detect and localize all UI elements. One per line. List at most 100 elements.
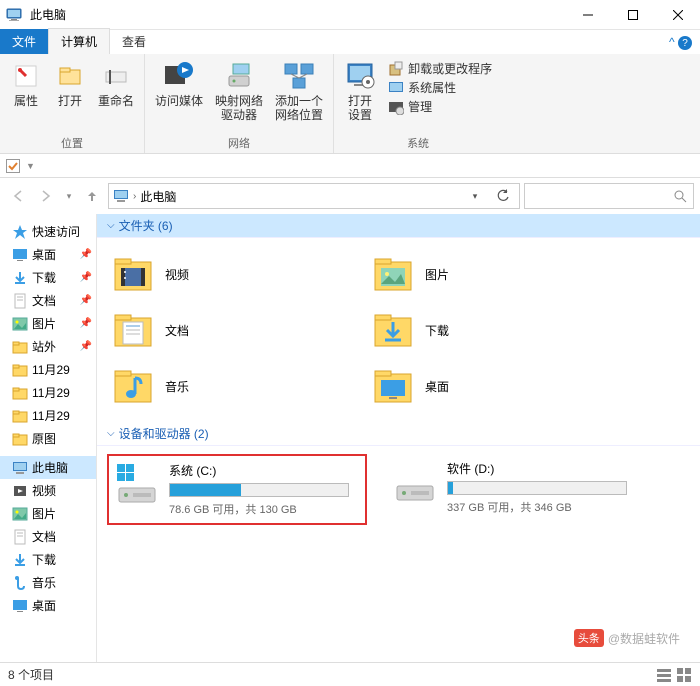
folder-name: 桌面 [425,378,449,395]
sidebar-item[interactable]: 桌面📌 [0,243,96,266]
address-bar[interactable]: › 此电脑 ▾ [108,183,520,209]
tab-view[interactable]: 查看 [110,29,158,54]
uninstall-button[interactable]: 卸载或更改程序 [388,60,492,77]
folder-name: 文档 [165,322,189,339]
folder-icon [111,252,155,296]
folder-item[interactable]: 图片 [367,246,627,302]
ribbon-tabs: 文件 计算机 查看 ^ ? [0,30,700,54]
folder-icon [111,308,155,352]
sidebar-quick-access[interactable]: 快速访问 [0,220,96,243]
window-title: 此电脑 [28,6,565,23]
nav-up-button[interactable] [80,184,104,208]
sidebar-item[interactable]: 下载📌 [0,266,96,289]
title-bar: 此电脑 [0,0,700,30]
this-pc-icon [113,188,129,204]
ribbon-help-icon[interactable]: ^ ? [661,31,700,55]
this-pc-icon [6,7,22,23]
sidebar-item[interactable]: 桌面 [0,594,96,617]
drive-item[interactable]: 软件 (D:) 337 GB 可用，共 346 GB [387,454,647,525]
ribbon-group-system: 打开 设置 卸载或更改程序 系统属性 管理 系统 [334,54,502,153]
sidebar-item[interactable]: 图片📌 [0,312,96,335]
drive-icon [393,460,437,504]
pc-icon [12,460,28,476]
sidebar-item[interactable]: 音乐 [0,571,96,594]
sidebar-item[interactable]: 站外📌 [0,335,96,358]
sidebar-item[interactable]: 原图 [0,427,96,450]
sidebar-item[interactable]: 11月29 [0,404,96,427]
drive-free-text: 337 GB 可用，共 346 GB [447,499,641,515]
watermark: 头条 @数据蛙软件 [574,629,680,647]
map-drive-button[interactable]: 映射网络 驱动器 [211,58,267,133]
folder-item[interactable]: 视频 [107,246,367,302]
maximize-button[interactable] [610,0,655,30]
folder-item[interactable]: 下载 [367,302,627,358]
sidebar-item[interactable]: 图片 [0,502,96,525]
open-settings-button[interactable]: 打开 设置 [340,58,380,133]
view-icons-icon[interactable] [676,667,692,683]
chevron-down-icon: ⌵ [107,428,115,439]
manage-button[interactable]: 管理 [388,98,492,115]
drive-free-text: 78.6 GB 可用，共 130 GB [169,501,359,517]
folder-name: 下载 [425,322,449,339]
rename-button[interactable]: 重命名 [94,58,138,133]
chevron-right-icon[interactable]: › [133,191,136,202]
folder-icon [371,252,415,296]
quick-access-toolbar: ▼ [0,154,700,178]
content-pane[interactable]: ⌵ 文件夹 (6) 视频 图片文档 下载音乐 桌面 ⌵ 设备和驱动器 (2) 系统 (… [97,214,700,662]
main-area: 快速访问 桌面📌下载📌文档📌图片📌站外📌11月2911月2911月29原图 此电… [0,214,700,662]
drive-usage-bar [169,483,349,497]
sidebar-item[interactable]: 11月29 [0,381,96,404]
star-icon [12,224,28,240]
sidebar-item[interactable]: 下载 [0,548,96,571]
nav-recent-dropdown[interactable]: ▾ [62,184,76,208]
access-media-button[interactable]: 访问媒体 [151,58,207,133]
drive-name: 系统 (C:) [169,462,359,479]
sidebar-item[interactable]: 文档📌 [0,289,96,312]
folder-icon [371,364,415,408]
folders-grid: 视频 图片文档 下载音乐 桌面 [97,238,700,422]
drive-name: 软件 (D:) [447,460,641,477]
folder-name: 图片 [425,266,449,283]
group-header-folders[interactable]: ⌵ 文件夹 (6) [97,214,700,238]
group-header-drives[interactable]: ⌵ 设备和驱动器 (2) [97,422,700,446]
folder-item[interactable]: 文档 [107,302,367,358]
drive-item[interactable]: 系统 (C:) 78.6 GB 可用，共 130 GB [107,454,367,525]
item-count: 8 个项目 [8,666,54,683]
address-row: ▾ › 此电脑 ▾ [0,178,700,214]
nav-back-button[interactable] [6,184,30,208]
status-bar: 8 个项目 [0,662,700,686]
view-details-icon[interactable] [656,667,672,683]
folder-item[interactable]: 桌面 [367,358,627,414]
folder-name: 视频 [165,266,189,283]
minimize-button[interactable] [565,0,610,30]
drives-grid: 系统 (C:) 78.6 GB 可用，共 130 GB 软件 (D:) 337 GB … [97,446,700,533]
properties-button[interactable]: 属性 [6,58,46,133]
folder-item[interactable]: 音乐 [107,358,367,414]
drive-usage-bar [447,481,627,495]
sidebar-item[interactable]: 11月29 [0,358,96,381]
sidebar-item[interactable]: 文档 [0,525,96,548]
chevron-down-icon: ⌵ [107,220,115,231]
refresh-button[interactable] [491,184,515,208]
search-box[interactable] [524,183,694,209]
nav-forward-button[interactable] [34,184,58,208]
ribbon: 属性 打开 重命名 位置 访问媒体 映射网络 驱动器 [0,54,700,154]
add-network-location-button[interactable]: 添加一个 网络位置 [271,58,327,133]
search-icon [673,189,687,203]
open-button[interactable]: 打开 [50,58,90,133]
address-dropdown-icon[interactable]: ▾ [463,184,487,208]
sidebar-this-pc[interactable]: 此电脑 [0,456,96,479]
navigation-pane[interactable]: 快速访问 桌面📌下载📌文档📌图片📌站外📌11月2911月2911月29原图 此电… [0,214,97,662]
close-button[interactable] [655,0,700,30]
ribbon-group-network: 访问媒体 映射网络 驱动器 添加一个 网络位置 网络 [145,54,334,153]
checkbox-icon[interactable] [6,159,20,173]
breadcrumb-thispc[interactable]: 此电脑 [140,188,176,205]
ribbon-group-location: 属性 打开 重命名 位置 [0,54,145,153]
folder-name: 音乐 [165,378,189,395]
sidebar-item[interactable]: 视频 [0,479,96,502]
tab-computer[interactable]: 计算机 [48,28,110,54]
qat-dropdown-icon[interactable]: ▼ [26,161,35,171]
window-controls [565,0,700,30]
system-properties-button[interactable]: 系统属性 [388,79,492,96]
tab-file[interactable]: 文件 [0,29,48,54]
